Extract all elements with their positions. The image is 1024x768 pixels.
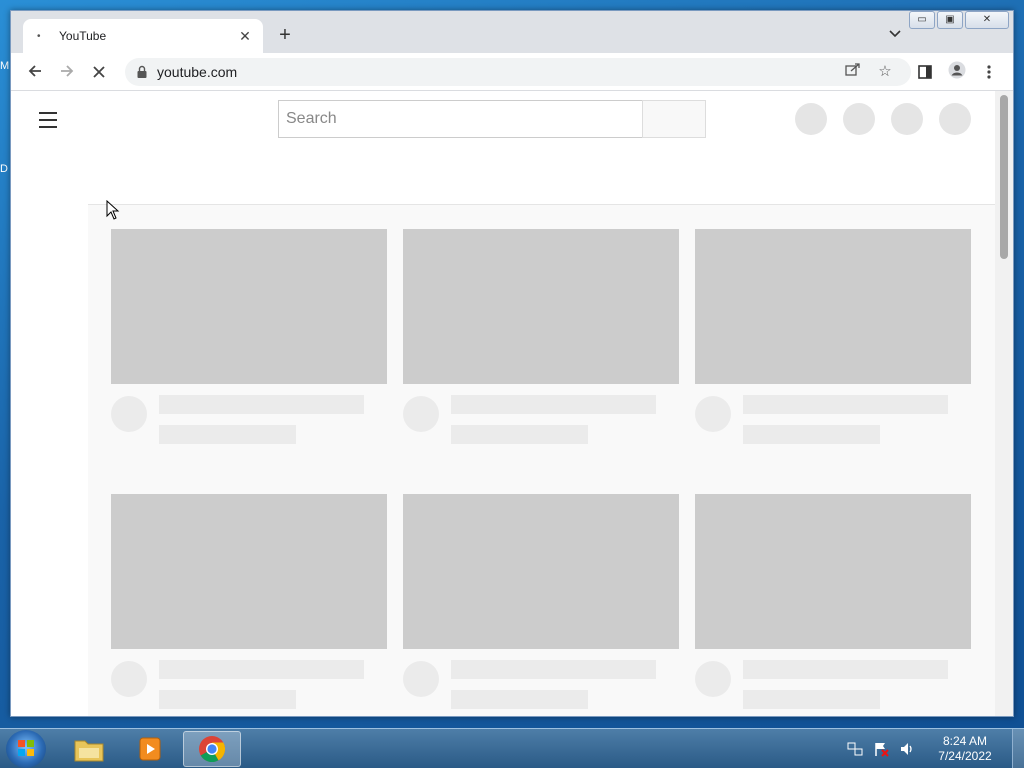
channel-avatar-placeholder xyxy=(695,396,731,432)
show-desktop-button[interactable] xyxy=(1012,729,1024,768)
start-button[interactable] xyxy=(6,730,46,768)
stop-x-icon xyxy=(93,66,105,78)
header-icon-placeholder[interactable] xyxy=(891,103,923,135)
title-placeholder xyxy=(451,660,656,679)
hamburger-menu-icon[interactable] xyxy=(39,109,61,129)
channel-avatar-placeholder xyxy=(403,396,439,432)
avatar[interactable] xyxy=(939,103,971,135)
title-placeholder xyxy=(451,395,656,414)
video-card-skeleton[interactable] xyxy=(111,494,387,709)
search-placeholder: Search xyxy=(286,110,337,127)
menu-button[interactable] xyxy=(977,61,1001,85)
guide-rail xyxy=(11,147,88,716)
clock-time: 8:24 AM xyxy=(942,734,988,748)
system-tray xyxy=(846,729,924,768)
back-arrow-icon xyxy=(28,65,41,77)
thumbnail-placeholder xyxy=(403,494,679,649)
chevron-down-icon xyxy=(889,30,901,38)
address-bar[interactable]: youtube.com ☆ xyxy=(125,58,911,86)
tab-search-button[interactable] xyxy=(885,25,905,45)
new-tab-button[interactable]: + xyxy=(273,23,297,47)
media-player-icon xyxy=(139,737,161,761)
search-input[interactable]: Search xyxy=(278,100,643,138)
video-card-skeleton[interactable] xyxy=(403,229,679,444)
taskbar-explorer[interactable] xyxy=(60,731,118,767)
thumbnail-placeholder xyxy=(695,229,971,384)
chrome-icon xyxy=(199,736,226,763)
taskbar: 8:24 AM 7/24/2022 xyxy=(0,728,1024,768)
video-card-skeleton[interactable] xyxy=(695,229,971,444)
folder-icon xyxy=(74,740,104,762)
yt-masthead: Search xyxy=(11,91,997,147)
meta-placeholder xyxy=(451,425,588,444)
windows-logo-icon xyxy=(18,740,34,756)
tab-title: YouTube xyxy=(59,29,107,43)
channel-avatar-placeholder xyxy=(111,396,147,432)
desktop-icon-label[interactable]: D xyxy=(0,163,8,175)
taskbar-chrome[interactable] xyxy=(183,731,241,767)
desktop-icon-label[interactable]: M xyxy=(0,60,9,72)
side-panel-button[interactable] xyxy=(913,61,937,85)
channel-avatar-placeholder xyxy=(403,661,439,697)
share-icon[interactable] xyxy=(843,62,863,82)
title-placeholder xyxy=(743,660,948,679)
kebab-menu-icon xyxy=(987,65,991,79)
thumbnail-placeholder xyxy=(111,494,387,649)
meta-placeholder xyxy=(159,690,296,709)
loading-favicon-icon: • xyxy=(37,30,41,42)
thumbnail-placeholder xyxy=(403,229,679,384)
channel-avatar-placeholder xyxy=(695,661,731,697)
tab-strip: • YouTube ✕ + ▭ ▣ ✕ xyxy=(11,11,1013,53)
title-placeholder xyxy=(159,660,364,679)
maximize-button[interactable]: ▣ xyxy=(937,11,963,29)
header-icon-placeholder[interactable] xyxy=(795,103,827,135)
browser-toolbar: youtube.com ☆ xyxy=(11,53,1013,91)
chip-bar-placeholder xyxy=(88,147,997,204)
page-scrollbar[interactable] xyxy=(995,91,1013,716)
meta-placeholder xyxy=(743,690,880,709)
volume-icon[interactable] xyxy=(898,741,916,757)
window-controls: ▭ ▣ ✕ xyxy=(907,11,1009,29)
page-viewport: Search xyxy=(11,91,997,716)
bookmark-star-icon[interactable]: ☆ xyxy=(875,62,895,82)
back-button[interactable] xyxy=(23,61,47,85)
chip-bar-divider xyxy=(88,204,997,205)
browser-window: • YouTube ✕ + ▭ ▣ ✕ youtube.com ☆ Search xyxy=(10,10,1014,717)
url-text[interactable]: youtube.com xyxy=(157,64,237,80)
thumbnail-placeholder xyxy=(111,229,387,384)
minimize-button[interactable]: ▭ xyxy=(909,11,935,29)
forward-button[interactable] xyxy=(55,61,79,85)
lock-icon[interactable] xyxy=(135,65,149,79)
mouse-cursor-icon xyxy=(106,200,120,220)
search-button[interactable] xyxy=(642,100,706,138)
stop-loading-button[interactable] xyxy=(87,61,111,85)
video-card-skeleton[interactable] xyxy=(111,229,387,444)
video-card-skeleton[interactable] xyxy=(403,494,679,709)
tab-close-icon[interactable]: ✕ xyxy=(237,28,253,45)
meta-placeholder xyxy=(159,425,296,444)
channel-avatar-placeholder xyxy=(111,661,147,697)
profile-button[interactable] xyxy=(945,61,969,85)
video-card-skeleton[interactable] xyxy=(695,494,971,709)
meta-placeholder xyxy=(451,690,588,709)
title-placeholder xyxy=(159,395,364,414)
scrollbar-thumb[interactable] xyxy=(1000,95,1008,259)
forward-arrow-icon xyxy=(61,65,74,77)
action-center-flag-icon[interactable] xyxy=(872,741,890,757)
meta-placeholder xyxy=(743,425,880,444)
thumbnail-placeholder xyxy=(695,494,971,649)
taskbar-media-player[interactable] xyxy=(121,731,179,767)
clock[interactable]: 8:24 AM 7/24/2022 xyxy=(930,734,1000,764)
title-placeholder xyxy=(743,395,948,414)
close-window-button[interactable]: ✕ xyxy=(965,11,1009,29)
network-icon[interactable] xyxy=(846,741,864,757)
clock-date: 7/24/2022 xyxy=(938,749,992,763)
profile-avatar-icon xyxy=(948,61,966,79)
side-panel-icon xyxy=(918,65,932,79)
tab-youtube[interactable]: • YouTube ✕ xyxy=(23,19,263,53)
header-icon-placeholder[interactable] xyxy=(843,103,875,135)
